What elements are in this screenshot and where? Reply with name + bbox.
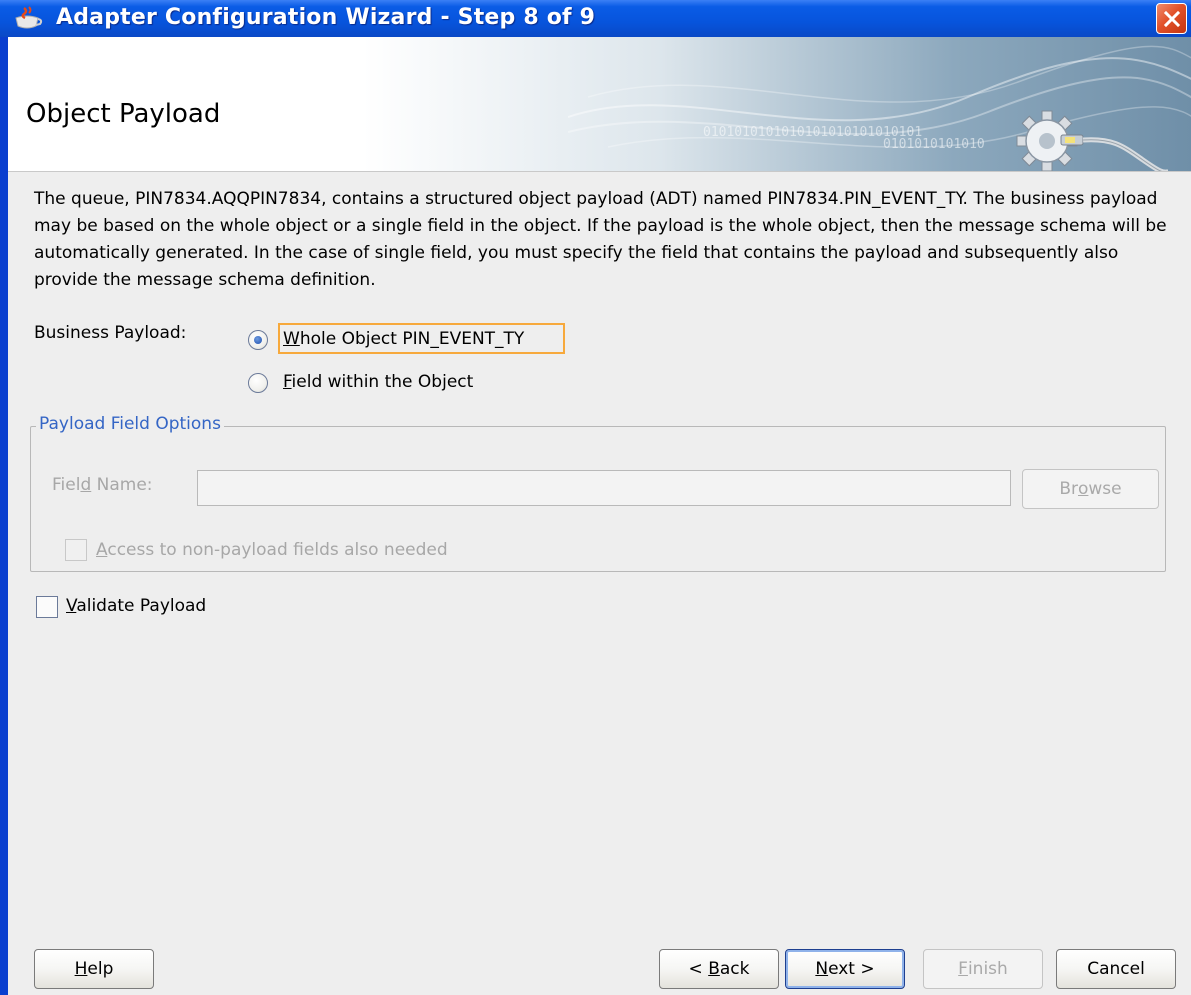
radio-whole-object[interactable]: [248, 330, 268, 350]
finish-mnemonic: F: [958, 959, 968, 979]
whole-object-mnemonic: W: [283, 329, 300, 349]
field-name-label-pre: Fiel: [52, 475, 81, 495]
validate-payload-checkbox[interactable]: [36, 596, 58, 618]
access-non-payload-label: Access to non-payload fields also needed: [96, 539, 448, 561]
cancel-button[interactable]: Cancel: [1056, 949, 1176, 989]
access-non-payload-checkbox[interactable]: [65, 539, 87, 561]
gear-adapter-logo: [1016, 110, 1168, 171]
close-button[interactable]: [1156, 3, 1187, 34]
finish-text: inish: [967, 959, 1008, 979]
field-name-input[interactable]: [197, 470, 1011, 506]
help-mnemonic: H: [74, 959, 88, 979]
browse-mnemonic: o: [1078, 479, 1089, 499]
validate-mnemonic: V: [66, 596, 77, 616]
binary-decoration-2: 0101010101010: [883, 137, 985, 152]
back-button[interactable]: < Back: [659, 949, 779, 989]
browse-pre: Br: [1059, 479, 1078, 499]
validate-payload-label[interactable]: Validate Payload: [66, 595, 206, 617]
wizard-window: Adapter Configuration Wizard - Step 8 of…: [0, 0, 1191, 995]
radio-field-within-object[interactable]: [248, 373, 268, 393]
radio-field-within-object-label[interactable]: Field within the Object: [283, 371, 473, 393]
business-payload-label: Business Payload:: [34, 323, 187, 343]
back-mnemonic: B: [708, 959, 720, 979]
finish-button[interactable]: Finish: [923, 949, 1043, 989]
browse-button[interactable]: Br o wse: [1022, 469, 1159, 509]
next-text: ext >: [828, 959, 875, 979]
help-text: elp: [87, 959, 114, 979]
back-text: ack: [719, 959, 750, 979]
close-x-icon: [1163, 10, 1180, 27]
window-title: Adapter Configuration Wizard - Step 8 of…: [56, 5, 596, 30]
browse-post: wse: [1088, 479, 1122, 499]
field-name-mnemonic: d: [80, 475, 92, 495]
access-mnemonic: A: [96, 540, 108, 560]
radio-whole-object-label[interactable]: Whole Object PIN_EVENT_TY: [283, 328, 524, 350]
validate-text: alidate Payload: [76, 596, 207, 616]
field-within-text: ield within the Object: [291, 372, 474, 392]
payload-field-options-legend: Payload Field Options: [36, 413, 224, 435]
title-bar[interactable]: Adapter Configuration Wizard - Step 8 of…: [0, 0, 1191, 37]
field-within-mnemonic: F: [283, 372, 292, 392]
field-name-label-post: Name:: [91, 475, 153, 495]
wizard-header: Object Payload 0101010101010101010101010…: [8, 37, 1191, 172]
next-button[interactable]: Next >: [785, 949, 905, 989]
wizard-body: Object Payload 0101010101010101010101010…: [8, 37, 1191, 995]
help-button[interactable]: Help: [34, 949, 154, 989]
back-prefix: <: [688, 959, 709, 979]
java-cup-icon: [10, 4, 44, 32]
access-text: ccess to non-payload fields also needed: [107, 540, 448, 560]
next-mnemonic: N: [815, 959, 829, 979]
field-name-label: Field Name:: [52, 474, 153, 496]
whole-object-text: hole Object PIN_EVENT_TY: [299, 329, 525, 349]
description-text: The queue, PIN7834.AQQPIN7834, contains …: [34, 189, 1167, 290]
page-title: Object Payload: [26, 99, 221, 129]
